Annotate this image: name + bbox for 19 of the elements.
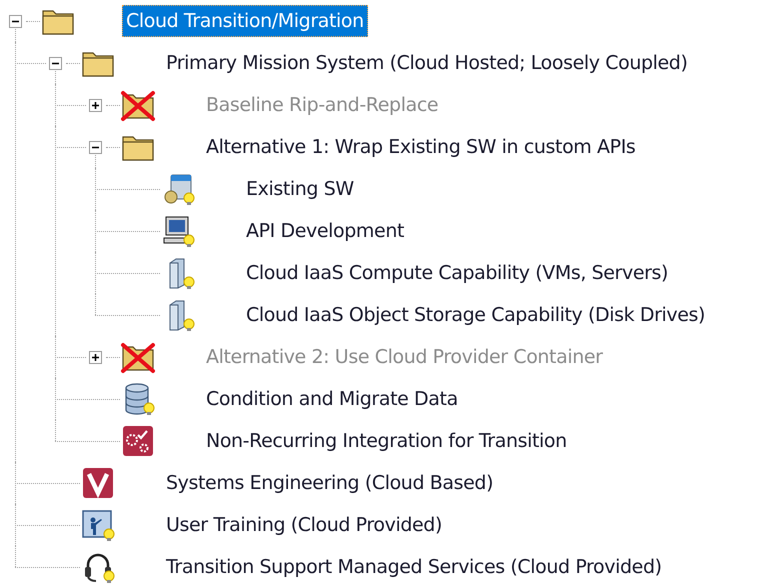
collapse-toggle[interactable] bbox=[8, 14, 22, 28]
tree-item[interactable]: Non-Recurring Integration for Transition bbox=[202, 425, 571, 457]
tree-item[interactable]: Primary Mission System (Cloud Hosted; Loosely Coupled) bbox=[162, 47, 692, 79]
tree-item[interactable]: Existing SW bbox=[242, 173, 358, 205]
tree-item[interactable]: Cloud Transition/Migration bbox=[122, 5, 368, 37]
plus-icon bbox=[90, 352, 100, 362]
gear-check-icon bbox=[120, 423, 156, 459]
tree-item[interactable]: Condition and Migrate Data bbox=[202, 383, 462, 415]
chevron-icon bbox=[80, 465, 116, 501]
tree-item[interactable]: User Training (Cloud Provided) bbox=[162, 509, 446, 541]
plus-icon bbox=[90, 100, 100, 110]
tree-item[interactable]: Alternative 1: Wrap Existing SW in custom APIs bbox=[202, 131, 640, 163]
collapse-toggle[interactable] bbox=[88, 140, 102, 154]
collapse-toggle[interactable] bbox=[48, 56, 62, 70]
tree-item[interactable]: API Development bbox=[242, 215, 408, 247]
tree-item[interactable]: Cloud IaaS Compute Capability (VMs, Servers) bbox=[242, 257, 672, 289]
tree-item[interactable]: Transition Support Managed Services (Cloud Provided) bbox=[162, 551, 666, 583]
tree-item[interactable]: Cloud IaaS Object Storage Capability (Disk Drives) bbox=[242, 299, 710, 331]
tree-item[interactable]: Systems Engineering (Cloud Based) bbox=[162, 467, 498, 499]
